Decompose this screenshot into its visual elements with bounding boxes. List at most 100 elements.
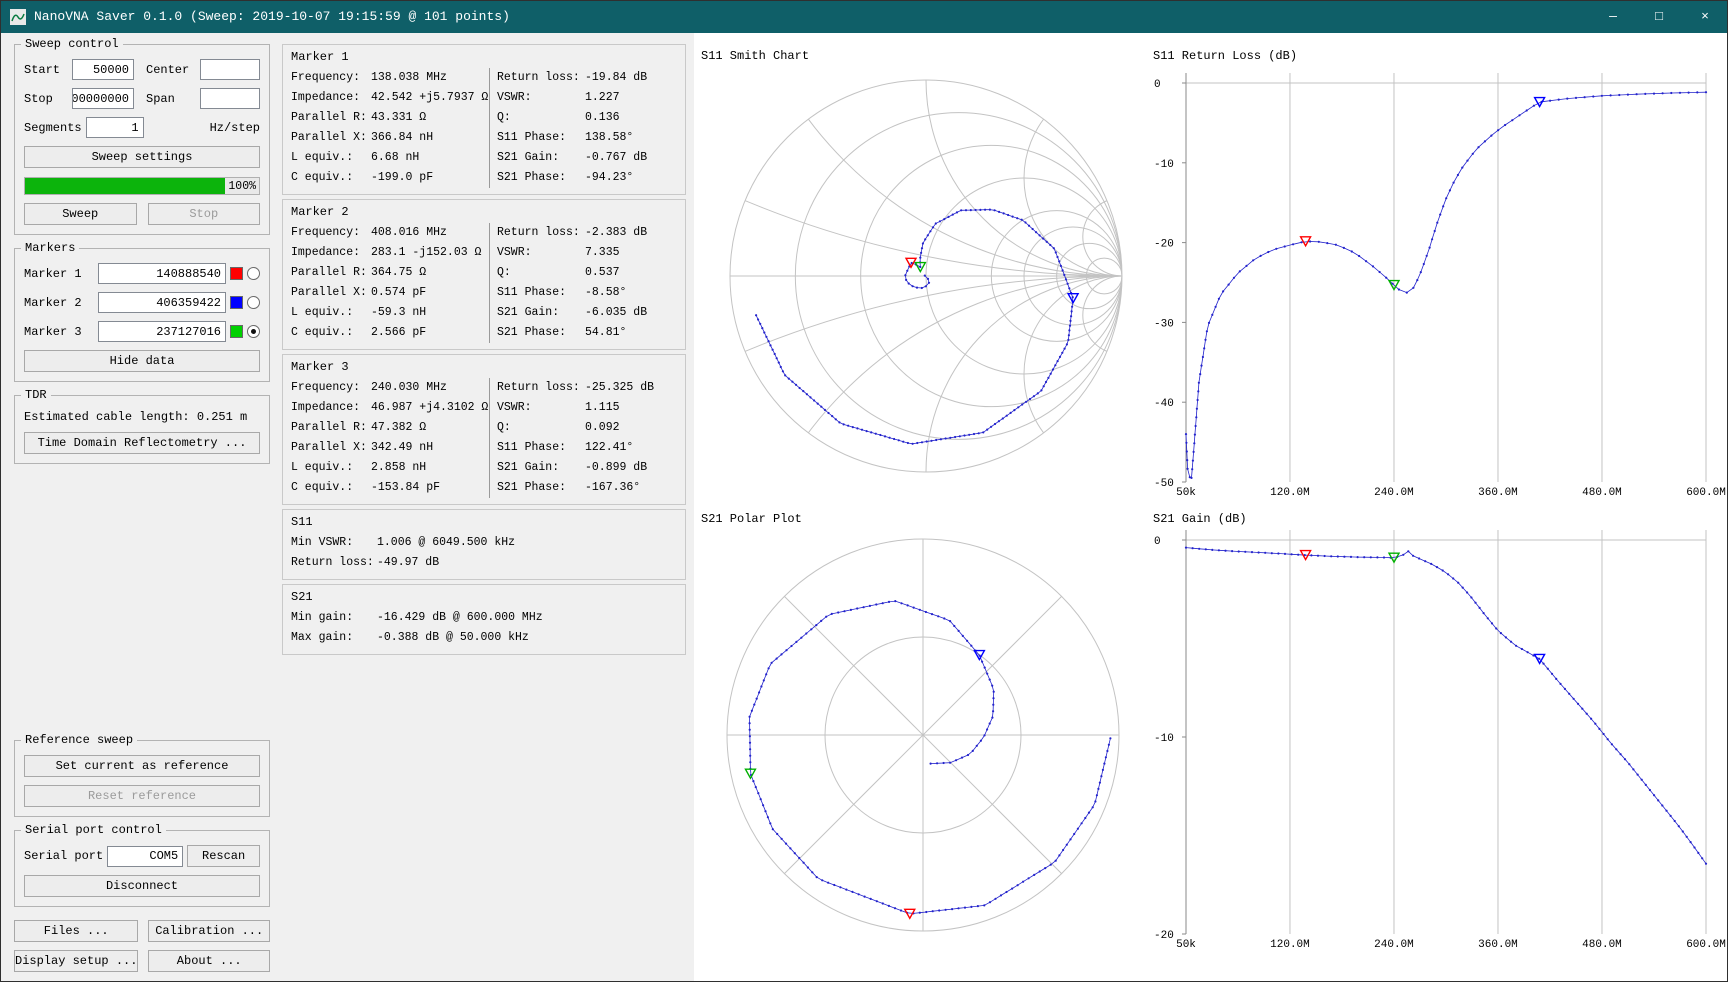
field-label: S11 Phase:	[489, 283, 585, 303]
field-value: 138.58°	[585, 128, 677, 148]
band-summary-box: S21Min gain:-16.429 dB @ 600.000 MHzMax …	[282, 584, 686, 655]
marker-2-radio[interactable]	[247, 296, 260, 309]
segments-input[interactable]: 1	[86, 117, 144, 138]
marker-2-input[interactable]: 406359422	[98, 292, 226, 313]
svg-text:240.0M: 240.0M	[1374, 487, 1414, 499]
span-input[interactable]	[200, 88, 260, 109]
smith-chart[interactable]	[694, 33, 1146, 505]
marker-detail-box: Marker 3Frequency:240.030 MHzReturn loss…	[282, 354, 686, 505]
svg-text:240.0M: 240.0M	[1374, 939, 1414, 951]
field-label: Return loss:	[489, 223, 585, 243]
maximize-button[interactable]: □	[1636, 0, 1682, 33]
marker-2-color-swatch[interactable]	[230, 296, 243, 309]
marker-1-color-swatch[interactable]	[230, 267, 243, 280]
tdr-estimate: Estimated cable length: 0.251 m	[24, 410, 247, 424]
field-value: 7.335	[585, 243, 677, 263]
svg-text:50k: 50k	[1176, 939, 1196, 951]
set-reference-button[interactable]: Set current as reference	[24, 755, 260, 777]
gain-chart[interactable]: 50k120.0M240.0M360.0M480.0M600.0M0-10-20	[1146, 505, 1728, 982]
field-value: 366.84 nH	[371, 128, 489, 148]
svg-text:120.0M: 120.0M	[1270, 487, 1310, 499]
field-value: 2.858 nH	[371, 458, 489, 478]
field-value: -19.84 dB	[585, 68, 677, 88]
field-value: 1.115	[585, 398, 677, 418]
stop-input[interactable]: 600000000	[72, 88, 134, 109]
calibration-button[interactable]: Calibration ...	[148, 920, 270, 942]
field-value: -0.388 dB @ 50.000 kHz	[377, 628, 677, 648]
marker-detail-title: Marker 1	[291, 48, 677, 67]
svg-text:360.0M: 360.0M	[1478, 487, 1518, 499]
field-label: Max gain:	[291, 628, 377, 648]
about-button[interactable]: About ...	[148, 950, 270, 972]
field-label: VSWR:	[489, 243, 585, 263]
marker-1-label: Marker 1	[24, 267, 94, 281]
sweep-settings-button[interactable]: Sweep settings	[24, 146, 260, 168]
marker-1-input[interactable]: 140888540	[98, 263, 226, 284]
marker-row: Marker 3 237127016	[24, 321, 260, 342]
trace-line	[1186, 92, 1706, 478]
field-label: S21 Gain:	[489, 303, 585, 323]
field-label: Q:	[489, 263, 585, 283]
return-loss-chart[interactable]: 50k120.0M240.0M360.0M480.0M600.0M0-10-20…	[1146, 33, 1728, 505]
field-label: C equiv.:	[291, 323, 371, 343]
field-label: Return loss:	[291, 553, 377, 573]
field-value: -2.383 dB	[585, 223, 677, 243]
start-input[interactable]: 50000	[72, 59, 134, 80]
files-button[interactable]: Files ...	[14, 920, 138, 942]
serial-port-label: Serial port	[24, 849, 103, 863]
serial-port-input[interactable]: COM5	[107, 846, 183, 867]
close-button[interactable]: ×	[1682, 0, 1728, 33]
markers-title: Markers	[21, 241, 79, 256]
app-icon	[10, 9, 26, 25]
marker-3-radio[interactable]	[247, 325, 260, 338]
field-label: Q:	[489, 418, 585, 438]
field-label: S21 Gain:	[489, 458, 585, 478]
svg-text:600.0M: 600.0M	[1686, 487, 1726, 499]
marker-detail-grid: Frequency:408.016 MHzReturn loss:-2.383 …	[291, 223, 677, 343]
markers-group: Markers Marker 1 140888540 Marker 2 4063…	[14, 248, 270, 382]
field-label: Parallel R:	[291, 418, 371, 438]
marker-3-color-swatch[interactable]	[230, 325, 243, 338]
field-value: 0.136	[585, 108, 677, 128]
marker-3-label: Marker 3	[24, 325, 94, 339]
field-value: 1.006 @ 6049.500 kHz	[377, 533, 677, 553]
stop-button[interactable]: Stop	[148, 203, 261, 225]
start-center-row: Start 50000 Center	[24, 59, 260, 80]
stop-label: Stop	[24, 92, 68, 106]
marker-3-input[interactable]: 237127016	[98, 321, 226, 342]
charts-panel: S11 Smith Chart S11 Return Loss (dB) S21…	[694, 33, 1728, 982]
reset-reference-button[interactable]: Reset reference	[24, 785, 260, 807]
marker-row: Marker 1 140888540	[24, 263, 260, 284]
field-value: -167.36°	[585, 478, 677, 498]
rescan-button[interactable]: Rescan	[187, 845, 260, 867]
field-label: S21 Phase:	[489, 478, 585, 498]
hide-data-button[interactable]: Hide data	[24, 350, 260, 372]
field-value: -49.97 dB	[377, 553, 677, 573]
field-label: C equiv.:	[291, 168, 371, 188]
chart-marker	[1535, 98, 1545, 107]
display-setup-button[interactable]: Display setup ...	[14, 950, 138, 972]
field-label: Parallel X:	[291, 438, 371, 458]
svg-text:120.0M: 120.0M	[1270, 939, 1310, 951]
reference-sweep-title: Reference sweep	[21, 733, 137, 748]
center-input[interactable]	[200, 59, 260, 80]
disconnect-button[interactable]: Disconnect	[24, 875, 260, 897]
sweep-buttons-row: Sweep Stop	[24, 203, 260, 225]
center-label: Center	[146, 63, 196, 77]
window-title: NanoVNA Saver 0.1.0 (Sweep: 2019-10-07 1…	[34, 9, 510, 24]
field-value: 364.75 Ω	[371, 263, 489, 283]
tdr-button[interactable]: Time Domain Reflectometry ...	[24, 432, 260, 454]
marker-detail-title: Marker 2	[291, 203, 677, 222]
svg-text:480.0M: 480.0M	[1582, 487, 1622, 499]
tdr-group: TDR Estimated cable length: 0.251 m Time…	[14, 395, 270, 464]
minimize-button[interactable]: —	[1590, 0, 1636, 33]
sweep-button[interactable]: Sweep	[24, 203, 137, 225]
marker-1-radio[interactable]	[247, 267, 260, 280]
field-value: -94.23°	[585, 168, 677, 188]
svg-text:600.0M: 600.0M	[1686, 939, 1726, 951]
start-label: Start	[24, 63, 68, 77]
serial-port-row: Serial port COM5 Rescan	[24, 845, 260, 867]
polar-chart[interactable]	[694, 505, 1146, 982]
svg-text:-50: -50	[1154, 478, 1174, 490]
svg-text:0: 0	[1154, 79, 1161, 91]
